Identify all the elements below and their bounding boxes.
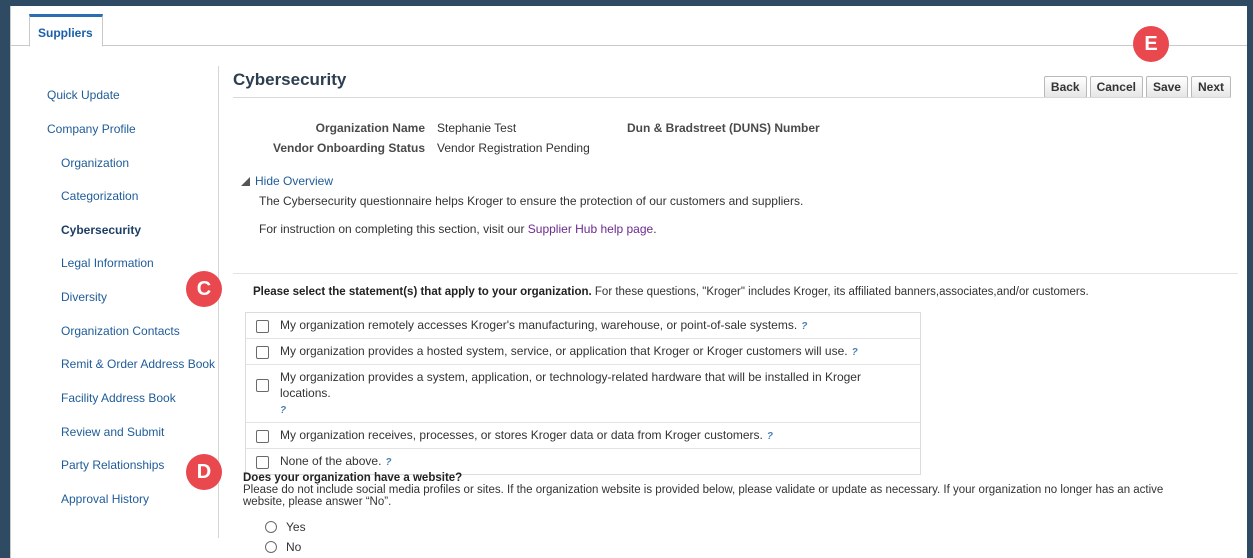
radio-yes-label: Yes xyxy=(286,520,306,534)
annotation-marker-d: D xyxy=(186,454,222,490)
sidebar-item-categorization[interactable]: Categorization xyxy=(61,189,138,203)
website-question-title: Does your organization have a website? xyxy=(243,472,463,484)
statement-checkbox-4[interactable] xyxy=(256,430,269,443)
statement-label-1: My organization remotely accesses Kroger… xyxy=(280,318,798,332)
sidebar-item-party-relationships[interactable]: Party Relationships xyxy=(61,458,164,472)
overview-instruction-suffix: . xyxy=(653,222,657,236)
statement-checkbox-1[interactable] xyxy=(256,320,269,333)
list-item: My organization receives, processes, or … xyxy=(246,423,920,449)
cancel-button[interactable]: Cancel xyxy=(1089,76,1143,98)
statements-question: Please select the statement(s) that appl… xyxy=(253,286,1089,298)
page-title: Cybersecurity xyxy=(233,70,347,89)
sidebar-item-quick-update[interactable]: Quick Update xyxy=(47,88,120,102)
help-icon[interactable]: ? xyxy=(767,431,773,442)
tab-suppliers[interactable]: Suppliers xyxy=(29,14,103,47)
list-item: My organization remotely accesses Kroger… xyxy=(246,313,920,339)
website-option-yes[interactable]: Yes xyxy=(265,520,306,534)
statements-question-bold: Please select the statement(s) that appl… xyxy=(253,286,592,298)
overview-instruction: For instruction on completing this secti… xyxy=(259,222,657,236)
statement-checkbox-5[interactable] xyxy=(256,456,269,469)
duns-label: Dun & Bradstreet (DUNS) Number xyxy=(627,121,820,135)
annotation-marker-c: C xyxy=(186,271,222,307)
sidebar-item-facility-address-book[interactable]: Facility Address Book xyxy=(61,391,176,405)
sidebar-item-company-profile[interactable]: Company Profile xyxy=(47,122,136,136)
app-frame: Suppliers Quick Update Company Profile O… xyxy=(10,6,1247,558)
list-item: My organization provides a system, appli… xyxy=(246,365,920,423)
org-name-value: Stephanie Test xyxy=(437,121,517,135)
statement-label-5: None of the above. xyxy=(280,454,382,468)
sidebar-item-approval-history[interactable]: Approval History xyxy=(61,492,149,506)
radio-yes[interactable] xyxy=(265,521,277,533)
sidebar-item-organization-contacts[interactable]: Organization Contacts xyxy=(61,324,180,338)
supplier-hub-help-link[interactable]: Supplier Hub help page xyxy=(528,222,653,236)
next-button[interactable]: Next xyxy=(1190,76,1231,98)
help-icon[interactable]: ? xyxy=(385,457,391,468)
section-divider xyxy=(233,273,1238,274)
website-question: Does your organization have a website? P… xyxy=(243,472,1203,508)
sidebar-item-cybersecurity[interactable]: Cybersecurity xyxy=(61,223,141,237)
help-icon[interactable]: ? xyxy=(801,321,807,332)
list-item: None of the above.? xyxy=(246,449,920,474)
statement-label-2: My organization provides a hosted system… xyxy=(280,344,848,358)
annotation-marker-e: E xyxy=(1133,26,1169,62)
statement-label-3: My organization provides a system, appli… xyxy=(280,370,861,400)
hide-overview-toggle[interactable]: Hide Overview xyxy=(241,174,333,188)
save-button[interactable]: Save xyxy=(1145,76,1188,98)
statement-checkbox-3[interactable] xyxy=(256,379,269,392)
help-icon[interactable]: ? xyxy=(852,347,858,358)
sidebar-item-review-and-submit[interactable]: Review and Submit xyxy=(61,425,164,439)
list-item: My organization provides a hosted system… xyxy=(246,339,920,365)
hide-overview-label: Hide Overview xyxy=(255,174,334,188)
sidebar-item-remit-order-address-book[interactable]: Remit & Order Address Book xyxy=(61,357,215,371)
sidebar-item-organization[interactable]: Organization xyxy=(61,156,129,170)
website-question-description: Please do not include social media profi… xyxy=(243,484,1164,508)
statement-checkbox-2[interactable] xyxy=(256,346,269,359)
vendor-status-label: Vendor Onboarding Status xyxy=(272,141,425,155)
org-name-label: Organization Name xyxy=(315,121,425,135)
statement-label-4: My organization receives, processes, or … xyxy=(280,428,763,442)
vendor-status-value: Vendor Registration Pending xyxy=(437,141,590,155)
back-button[interactable]: Back xyxy=(1043,76,1087,98)
overview-instruction-prefix: For instruction on completing this secti… xyxy=(259,222,528,236)
overview-text: The Cybersecurity questionnaire helps Kr… xyxy=(259,194,804,208)
title-divider xyxy=(233,97,1231,98)
help-icon[interactable]: ? xyxy=(280,405,286,416)
statements-question-rest: For these questions, "Kroger" includes K… xyxy=(591,286,1089,298)
collapse-triangle-icon xyxy=(241,177,250,186)
tab-bar: Suppliers xyxy=(11,6,1247,47)
action-toolbar: Back Cancel Save Next xyxy=(1043,76,1231,98)
website-option-no[interactable]: No xyxy=(265,540,301,554)
sidebar-item-legal-information[interactable]: Legal Information xyxy=(61,256,154,270)
sidebar-item-diversity[interactable]: Diversity xyxy=(61,290,107,304)
radio-no-label: No xyxy=(286,540,302,554)
statements-checkbox-list: My organization remotely accesses Kroger… xyxy=(245,312,921,475)
radio-no[interactable] xyxy=(265,541,277,553)
